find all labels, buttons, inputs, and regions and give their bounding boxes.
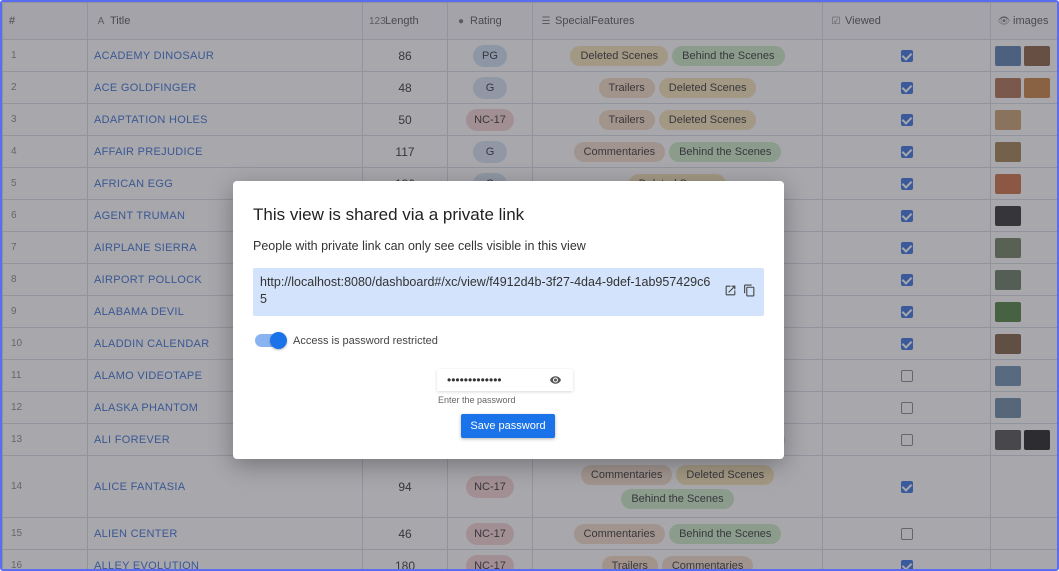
share-view-modal: This view is shared via a private link P… <box>233 181 784 459</box>
save-password-button[interactable]: Save password <box>461 414 555 438</box>
modal-description: People with private link can only see ce… <box>253 239 586 253</box>
share-link-text[interactable]: http://localhost:8080/dashboard#/xc/view… <box>260 275 710 306</box>
link-actions <box>724 284 756 302</box>
eye-icon[interactable] <box>549 374 562 389</box>
password-toggle-row: Access is password restricted <box>255 332 438 349</box>
modal-title: This view is shared via a private link <box>253 205 525 224</box>
copy-icon[interactable] <box>743 284 756 302</box>
password-hint: Enter the password <box>438 395 516 405</box>
app-frame: # A Title 123Length ● Rating ☰ SpecialFeatu… <box>0 0 1059 571</box>
open-in-new-icon[interactable] <box>724 284 737 302</box>
password-restrict-toggle[interactable] <box>255 332 287 349</box>
share-link-box[interactable]: http://localhost:8080/dashboard#/xc/view… <box>253 268 764 316</box>
toggle-label: Access is password restricted <box>293 334 438 347</box>
